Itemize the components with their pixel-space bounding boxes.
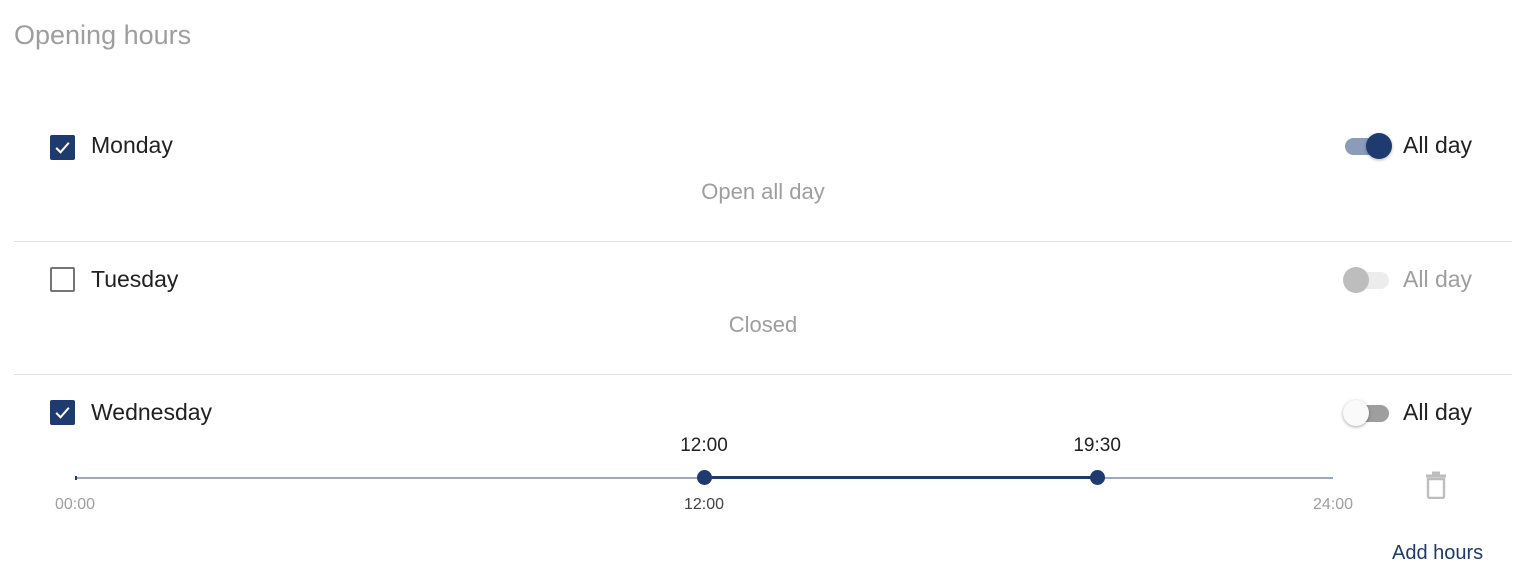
toggle-thumb: [1343, 400, 1369, 426]
all-day-label-tuesday: All day: [1403, 266, 1473, 292]
page-title: Opening hours: [14, 20, 192, 50]
day-label-monday: Monday: [91, 132, 173, 158]
slider-end-value: 19:30: [1073, 435, 1121, 456]
all-day-label-monday: All day: [1403, 132, 1473, 158]
toggle-thumb: [1343, 267, 1369, 293]
tuesday-checkbox[interactable]: [50, 267, 75, 292]
trash-icon[interactable]: [1425, 471, 1447, 500]
all-day-toggle-wednesday[interactable]: [1343, 399, 1389, 427]
opening-hours-page: Opening hours Monday All day Open all da…: [0, 0, 1518, 584]
day-label-tuesday: Tuesday: [91, 266, 179, 292]
slider-start-mark: [75, 476, 77, 480]
monday-checkbox[interactable]: [50, 135, 75, 160]
add-hours-link[interactable]: Add hours: [1392, 542, 1483, 565]
slider-start-handle[interactable]: [697, 470, 712, 485]
day-row-tuesday: Tuesday All day Closed: [14, 242, 1512, 375]
status-monday: Open all day: [701, 179, 825, 204]
status-tuesday: Closed: [728, 312, 798, 337]
day-row-wednesday: Wednesday All day 12:00 19:30 00:00 12:0…: [14, 375, 1512, 584]
slider-end-handle[interactable]: [1090, 470, 1106, 485]
day-label-wednesday: Wednesday: [91, 399, 213, 425]
toggle-thumb: [1366, 133, 1392, 159]
slider-selected-range: [704, 476, 1098, 479]
wednesday-checkbox[interactable]: [50, 400, 75, 425]
day-row-monday: Monday All day Open all day: [14, 110, 1512, 242]
hours-range-slider[interactable]: 12:00 19:30 00:00 12:00 24:00: [55, 435, 1353, 513]
slider-tick-label: 12:00: [683, 496, 725, 513]
check-icon: [55, 407, 70, 419]
all-day-toggle-tuesday[interactable]: [1343, 266, 1389, 294]
all-day-toggle-monday[interactable]: [1345, 132, 1392, 160]
slider-start-value: 12:00: [680, 435, 728, 456]
slider-tick-label: 24:00: [1312, 496, 1354, 513]
all-day-label-wednesday: All day: [1403, 399, 1473, 425]
slider-tick-label: 00:00: [54, 496, 96, 513]
check-icon: [55, 142, 70, 154]
